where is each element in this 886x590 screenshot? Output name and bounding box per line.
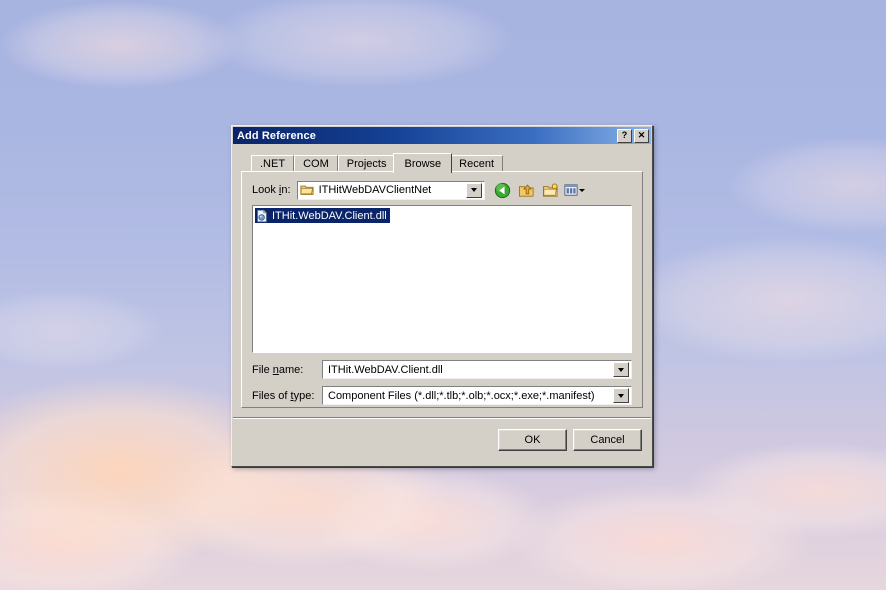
dll-file-icon	[255, 208, 269, 223]
tab-com[interactable]: COM	[294, 155, 338, 172]
look-in-value: ITHitWebDAVClientNet	[318, 184, 432, 196]
files-of-type-row: Files of type: Component Files (*.dll;*.…	[252, 385, 633, 406]
files-of-type-value: Component Files (*.dll;*.tlb;*.olb;*.ocx…	[328, 389, 595, 402]
chevron-down-icon[interactable]	[578, 188, 585, 192]
tab-dotnet[interactable]: .NET	[251, 155, 295, 172]
look-in-label: Look in:	[252, 184, 291, 196]
file-name-label: File name:	[252, 363, 304, 376]
file-name-value: ITHit.WebDAV.Client.dll	[328, 363, 443, 376]
help-button[interactable]: ?	[617, 128, 632, 143]
look-in-dropdown[interactable]: ITHitWebDAVClientNet	[295, 179, 486, 201]
tab-label: .NET	[260, 158, 286, 170]
file-list[interactable]: ITHit.WebDAV.Client.dll	[251, 204, 633, 354]
folder-icon	[300, 183, 314, 197]
cancel-button[interactable]: Cancel	[573, 429, 642, 451]
look-in-row: Look in: ITHitWebDAVClientNet	[252, 179, 632, 201]
tabstrip: .NET COM Projects Browse Recent	[251, 153, 643, 173]
tab-label: Recent	[459, 158, 495, 170]
views-icon[interactable]	[564, 180, 585, 200]
file-name-text: ITHit.WebDAV.Client.dll	[272, 209, 387, 222]
tab-label: COM	[303, 158, 329, 170]
add-reference-dialog: Add Reference ? ✕ .NET COM Projects Brow…	[231, 125, 653, 467]
tab-label: Browse	[404, 157, 442, 170]
close-icon[interactable]: ✕	[634, 128, 649, 143]
chevron-down-icon[interactable]	[613, 362, 629, 377]
file-name-row: File name: ITHit.WebDAV.Client.dll	[252, 359, 633, 380]
navigation-toolbar	[492, 180, 585, 200]
new-folder-icon[interactable]	[540, 180, 561, 200]
dialog-title: Add Reference	[237, 129, 316, 142]
dialog-titlebar[interactable]: Add Reference ? ✕	[233, 127, 651, 144]
file-name-input[interactable]: ITHit.WebDAV.Client.dll	[321, 359, 633, 380]
back-icon[interactable]	[492, 180, 513, 200]
browse-tab-page: Look in: ITHitWebDAVClientNet ITHit.WebD…	[241, 171, 643, 408]
up-one-level-icon[interactable]	[516, 180, 537, 200]
ok-button[interactable]: OK	[498, 429, 567, 451]
tab-label: Projects	[346, 158, 387, 170]
tab-browse[interactable]: Browse	[393, 153, 453, 173]
list-item[interactable]: ITHit.WebDAV.Client.dll	[255, 208, 390, 223]
tab-recent[interactable]: Recent	[450, 155, 504, 172]
files-of-type-dropdown[interactable]: Component Files (*.dll;*.tlb;*.olb;*.ocx…	[321, 385, 633, 406]
dialog-button-bar: OK Cancel	[233, 413, 651, 465]
separator	[233, 417, 651, 419]
chevron-down-icon[interactable]	[613, 388, 629, 403]
files-of-type-label: Files of type:	[252, 389, 315, 402]
tab-projects[interactable]: Projects	[337, 155, 396, 172]
chevron-down-icon[interactable]	[465, 182, 482, 198]
